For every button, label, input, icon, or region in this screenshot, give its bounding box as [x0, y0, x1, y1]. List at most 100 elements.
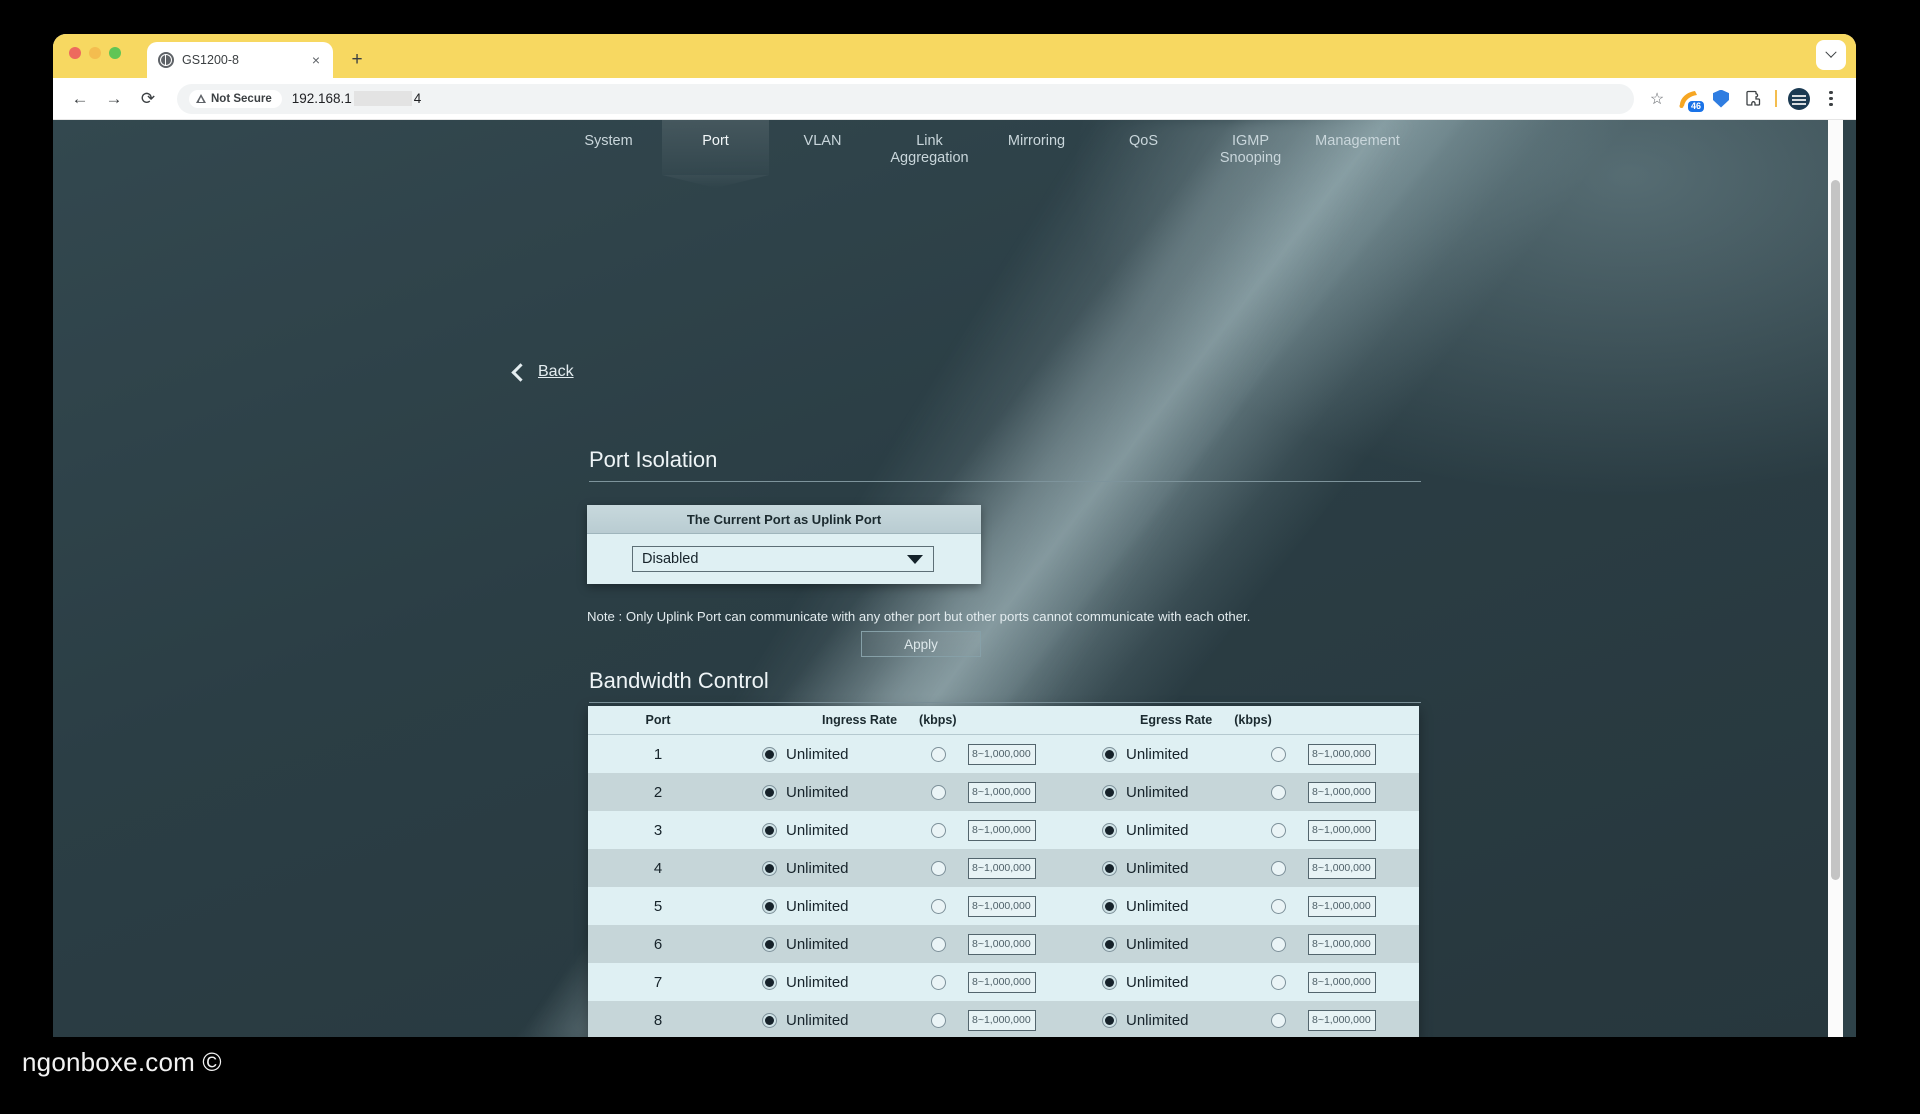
- cell-ingress-unlimited[interactable]: Unlimited: [728, 1012, 908, 1029]
- nav-tab-qos[interactable]: QoS: [1090, 120, 1197, 175]
- radio-egress-custom[interactable]: [1270, 936, 1286, 952]
- input-ingress-rate[interactable]: 8~1,000,000: [968, 933, 1036, 955]
- cell-egress-unlimited[interactable]: Unlimited: [1068, 974, 1248, 991]
- address-bar[interactable]: Not Secure 192.168.1 4: [177, 83, 1634, 114]
- cell-ingress-custom-radio[interactable]: [908, 784, 968, 800]
- port-isolation-apply-button[interactable]: Apply: [861, 631, 981, 657]
- input-ingress-rate[interactable]: 8~1,000,000: [968, 895, 1036, 917]
- minimize-window-button[interactable]: [89, 47, 101, 59]
- cell-egress-unlimited[interactable]: Unlimited: [1068, 1012, 1248, 1029]
- back-link[interactable]: Back: [511, 362, 574, 382]
- input-ingress-rate[interactable]: 8~1,000,000: [968, 743, 1036, 765]
- tab-list-button[interactable]: [1816, 40, 1846, 70]
- cell-ingress-input[interactable]: 8~1,000,000: [968, 857, 1068, 879]
- back-button[interactable]: ←: [65, 84, 95, 114]
- cell-ingress-input[interactable]: 8~1,000,000: [968, 933, 1068, 955]
- cell-egress-input[interactable]: 8~1,000,000: [1308, 743, 1408, 765]
- radio-ingress-custom[interactable]: [930, 1012, 946, 1028]
- cell-ingress-custom-radio[interactable]: [908, 898, 968, 914]
- radio-egress-custom[interactable]: [1270, 898, 1286, 914]
- cell-egress-unlimited[interactable]: Unlimited: [1068, 898, 1248, 915]
- radio-egress-custom[interactable]: [1270, 746, 1286, 762]
- cell-egress-input[interactable]: 8~1,000,000: [1308, 1009, 1408, 1031]
- cell-egress-custom-radio[interactable]: [1248, 860, 1308, 876]
- input-egress-rate[interactable]: 8~1,000,000: [1308, 857, 1376, 879]
- radio-egress-custom[interactable]: [1270, 860, 1286, 876]
- input-egress-rate[interactable]: 8~1,000,000: [1308, 781, 1376, 803]
- site-security-badge[interactable]: Not Secure: [189, 89, 282, 108]
- radio-egress-unlimited[interactable]: [1102, 746, 1117, 762]
- radio-ingress-unlimited[interactable]: [762, 746, 777, 762]
- input-ingress-rate[interactable]: 8~1,000,000: [968, 971, 1036, 993]
- cell-ingress-custom-radio[interactable]: [908, 822, 968, 838]
- radio-egress-custom[interactable]: [1270, 784, 1286, 800]
- cell-egress-unlimited[interactable]: Unlimited: [1068, 822, 1248, 839]
- radio-ingress-custom[interactable]: [930, 822, 946, 838]
- cell-egress-custom-radio[interactable]: [1248, 746, 1308, 762]
- nav-tab-igmp-snooping[interactable]: IGMP Snooping: [1197, 120, 1304, 175]
- radio-ingress-unlimited[interactable]: [762, 822, 777, 838]
- shield-extension-button[interactable]: [1708, 86, 1734, 112]
- cell-egress-input[interactable]: 8~1,000,000: [1308, 781, 1408, 803]
- cell-ingress-input[interactable]: 8~1,000,000: [968, 971, 1068, 993]
- cell-egress-input[interactable]: 8~1,000,000: [1308, 933, 1408, 955]
- input-ingress-rate[interactable]: 8~1,000,000: [968, 857, 1036, 879]
- nav-tab-link-aggregation[interactable]: Link Aggregation: [876, 120, 983, 175]
- cell-egress-custom-radio[interactable]: [1248, 822, 1308, 838]
- radio-egress-custom[interactable]: [1270, 974, 1286, 990]
- radio-ingress-unlimited[interactable]: [762, 898, 777, 914]
- cell-ingress-unlimited[interactable]: Unlimited: [728, 784, 908, 801]
- radio-ingress-custom[interactable]: [930, 784, 946, 800]
- nav-tab-port[interactable]: Port: [662, 120, 769, 175]
- nav-tab-management[interactable]: Management: [1304, 120, 1411, 175]
- radio-ingress-unlimited[interactable]: [762, 974, 777, 990]
- bookmark-star-button[interactable]: ☆: [1644, 86, 1670, 112]
- cell-ingress-custom-radio[interactable]: [908, 860, 968, 876]
- browser-menu-button[interactable]: [1818, 86, 1844, 112]
- radio-ingress-unlimited[interactable]: [762, 860, 777, 876]
- forward-button[interactable]: →: [99, 84, 129, 114]
- radio-ingress-custom[interactable]: [930, 860, 946, 876]
- radio-ingress-unlimited[interactable]: [762, 784, 777, 800]
- input-egress-rate[interactable]: 8~1,000,000: [1308, 743, 1376, 765]
- cell-ingress-input[interactable]: 8~1,000,000: [968, 1009, 1068, 1031]
- input-ingress-rate[interactable]: 8~1,000,000: [968, 781, 1036, 803]
- cell-egress-custom-radio[interactable]: [1248, 898, 1308, 914]
- nav-tab-vlan[interactable]: VLAN: [769, 120, 876, 175]
- extensions-puzzle-button[interactable]: [1740, 86, 1766, 112]
- cell-ingress-custom-radio[interactable]: [908, 974, 968, 990]
- radio-egress-unlimited[interactable]: [1102, 822, 1117, 838]
- page-scrollbar[interactable]: [1828, 120, 1843, 1037]
- radio-ingress-custom[interactable]: [930, 936, 946, 952]
- cell-ingress-custom-radio[interactable]: [908, 1012, 968, 1028]
- radio-egress-unlimited[interactable]: [1102, 936, 1117, 952]
- browser-tab[interactable]: GS1200-8 ×: [147, 42, 333, 78]
- input-egress-rate[interactable]: 8~1,000,000: [1308, 1009, 1376, 1031]
- radio-egress-unlimited[interactable]: [1102, 1012, 1117, 1028]
- input-ingress-rate[interactable]: 8~1,000,000: [968, 1009, 1036, 1031]
- radio-egress-custom[interactable]: [1270, 1012, 1286, 1028]
- cell-ingress-custom-radio[interactable]: [908, 746, 968, 762]
- cell-egress-custom-radio[interactable]: [1248, 784, 1308, 800]
- cell-egress-custom-radio[interactable]: [1248, 1012, 1308, 1028]
- cell-ingress-unlimited[interactable]: Unlimited: [728, 974, 908, 991]
- radio-ingress-custom[interactable]: [930, 746, 946, 762]
- uplink-port-select[interactable]: Disabled: [632, 546, 934, 572]
- radio-ingress-custom[interactable]: [930, 898, 946, 914]
- cell-ingress-input[interactable]: 8~1,000,000: [968, 781, 1068, 803]
- radio-ingress-unlimited[interactable]: [762, 936, 777, 952]
- input-egress-rate[interactable]: 8~1,000,000: [1308, 971, 1376, 993]
- cell-egress-unlimited[interactable]: Unlimited: [1068, 784, 1248, 801]
- cell-ingress-unlimited[interactable]: Unlimited: [728, 936, 908, 953]
- radio-ingress-unlimited[interactable]: [762, 1012, 777, 1028]
- cell-egress-unlimited[interactable]: Unlimited: [1068, 746, 1248, 763]
- cell-ingress-custom-radio[interactable]: [908, 936, 968, 952]
- close-window-button[interactable]: [69, 47, 81, 59]
- input-ingress-rate[interactable]: 8~1,000,000: [968, 819, 1036, 841]
- profile-button[interactable]: [1786, 86, 1812, 112]
- new-tab-button[interactable]: +: [343, 46, 371, 74]
- cell-egress-custom-radio[interactable]: [1248, 974, 1308, 990]
- radio-egress-unlimited[interactable]: [1102, 860, 1117, 876]
- close-icon[interactable]: ×: [307, 51, 325, 69]
- cell-ingress-unlimited[interactable]: Unlimited: [728, 822, 908, 839]
